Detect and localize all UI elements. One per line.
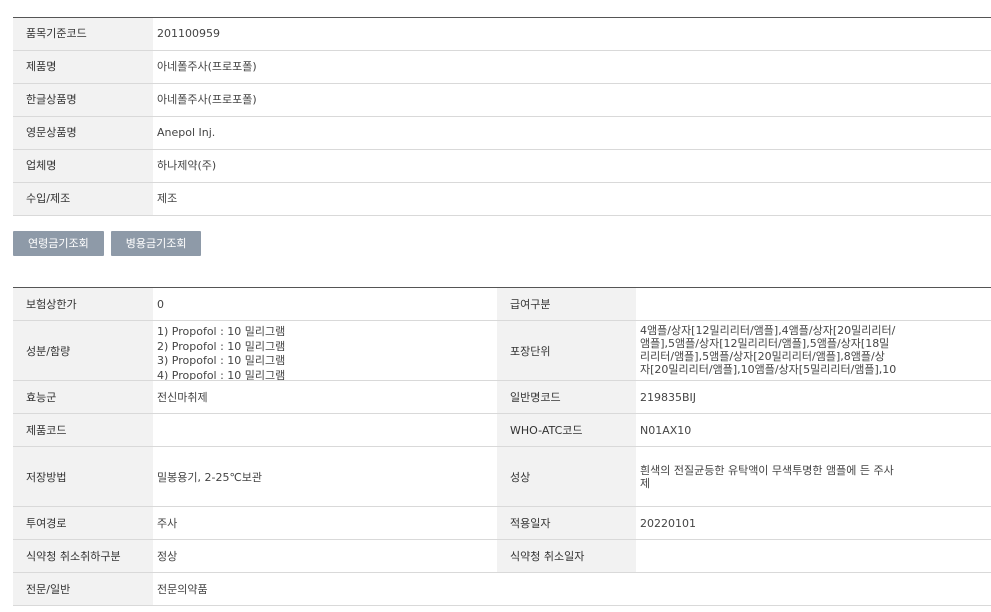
benefit-label: 급여구분 xyxy=(497,288,636,320)
pack-line: 4앰플/상자[12밀리리터/앰플],4앰플/상자[20밀리리터/ xyxy=(640,324,896,337)
row-value: 하나제약(주) xyxy=(157,159,217,172)
mfds-cancel-date-value xyxy=(636,540,991,572)
insurance-value: 0 xyxy=(157,297,164,311)
category-value: 전문의약품 xyxy=(157,583,208,596)
apply-date-label: 적용일자 xyxy=(497,507,636,539)
list-item: 4) Propofol : 10 밀리그램 xyxy=(157,368,286,381)
age-contraindication-button[interactable]: 연령금기조회 xyxy=(13,231,104,256)
mfds-cancel-date-label: 식약청 취소일자 xyxy=(497,540,636,572)
row-value: 아네폴주사(프로포폴) xyxy=(157,60,257,73)
table-row: 전문/일반 전문의약품 xyxy=(13,573,991,606)
list-item: 1) Propofol : 10 밀리그램 xyxy=(157,325,286,338)
apply-date-value: 20220101 xyxy=(640,516,696,530)
row-label: 수입/제조 xyxy=(13,183,153,215)
table-row: 품목기준코드 201100959 xyxy=(13,18,991,51)
row-value: 제조 xyxy=(157,192,178,205)
mfds-cancel-label: 식약청 취소취하구분 xyxy=(13,540,153,572)
table-row: 성분/함량 1) Propofol : 10 밀리그램 2) Propofol … xyxy=(13,321,991,381)
benefit-value xyxy=(636,288,991,320)
basic-info-table: 품목기준코드 201100959 제품명 아네폴주사(프로포폴) 한글상품명 아네폴주… xyxy=(13,17,991,216)
list-item: 3) Propofol : 10 밀리그램 xyxy=(157,354,286,367)
table-row: 한글상품명 아네폴주사(프로포폴) xyxy=(13,84,991,117)
appearance-value: 흰색의 전질균등한 유탁액이 무색투명한 앰플에 든 주사 제 xyxy=(636,447,991,506)
table-row: 수입/제조 제조 xyxy=(13,183,991,216)
table-row: 제품코드 WHO-ATC코드 N01AX10 xyxy=(13,414,991,447)
detail-table: 보험상한가 0 급여구분 성분/함량 1) Propofol : 10 밀리그램… xyxy=(13,287,991,606)
row-value: 201100959 xyxy=(157,27,220,40)
product-code-value xyxy=(153,414,497,446)
list-item: 2) Propofol : 10 밀리그램 xyxy=(157,339,286,353)
row-label: 품목기준코드 xyxy=(13,18,153,50)
lookup-buttons: 연령금기조회 병용금기조회 xyxy=(13,231,202,256)
table-row: 영문상품명 Anepol Inj. xyxy=(13,117,991,150)
efficacy-value: 전신마취제 xyxy=(157,391,208,404)
storage-value: 밀봉용기, 2-25℃보관 xyxy=(157,470,263,484)
table-row: 업체명 하나제약(주) xyxy=(13,150,991,183)
appearance-line: 제 xyxy=(640,476,651,490)
row-value: 아네폴주사(프로포폴) xyxy=(157,93,257,106)
row-label: 업체명 xyxy=(13,150,153,182)
route-value: 주사 xyxy=(157,517,178,530)
row-label: 영문상품명 xyxy=(13,117,153,149)
product-code-label: 제품코드 xyxy=(13,414,153,446)
row-value: Anepol Inj. xyxy=(157,126,216,139)
storage-label: 저장방법 xyxy=(13,447,153,506)
ingredient-label: 성분/함량 xyxy=(13,321,153,380)
generic-code-value: 219835BIJ xyxy=(640,390,697,404)
pack-line: 앰플],5앰플/상자[12밀리리터/앰플],5앰플/상자[18밀 xyxy=(640,337,890,350)
combination-contraindication-button[interactable]: 병용금기조회 xyxy=(110,231,202,256)
pack-line: 자[20밀리리터/앰플],10앰플/상자[5밀리리터/앰플],10 xyxy=(640,363,897,376)
row-label: 제품명 xyxy=(13,51,153,83)
atc-code-label: WHO-ATC코드 xyxy=(497,414,636,446)
category-label: 전문/일반 xyxy=(13,573,153,605)
mfds-cancel-value: 정상 xyxy=(157,550,178,563)
table-row: 제품명 아네폴주사(프로포폴) xyxy=(13,51,991,84)
table-row: 효능군 전신마취제 일반명코드 219835BIJ xyxy=(13,381,991,414)
table-row: 식약청 취소취하구분 정상 식약청 취소일자 xyxy=(13,540,991,573)
generic-code-label: 일반명코드 xyxy=(497,381,636,413)
row-label: 한글상품명 xyxy=(13,84,153,116)
appearance-line: 흰색의 전질균등한 유탁액이 무색투명한 앰플에 든 주사 xyxy=(640,463,894,477)
table-row: 저장방법 밀봉용기, 2-25℃보관 성상 흰색의 전질균등한 유탁액이 무색투… xyxy=(13,447,991,507)
ingredient-list: 1) Propofol : 10 밀리그램 2) Propofol : 10 밀… xyxy=(153,321,497,380)
insurance-label: 보험상한가 xyxy=(13,288,153,320)
table-row: 보험상한가 0 급여구분 xyxy=(13,288,991,321)
pack-label: 포장단위 xyxy=(497,321,636,380)
route-label: 투여경로 xyxy=(13,507,153,539)
table-row: 투여경로 주사 적용일자 20220101 xyxy=(13,507,991,540)
atc-code-value: N01AX10 xyxy=(640,423,692,437)
efficacy-label: 효능군 xyxy=(13,381,153,413)
pack-units: 4앰플/상자[12밀리리터/앰플],4앰플/상자[20밀리리터/ 앰플],5앰플… xyxy=(636,321,936,380)
pack-line: 리리터/앰플],5앰플/상자[20밀리리터/앰플],8앰플/상 xyxy=(640,350,885,363)
appearance-label: 성상 xyxy=(497,447,636,506)
